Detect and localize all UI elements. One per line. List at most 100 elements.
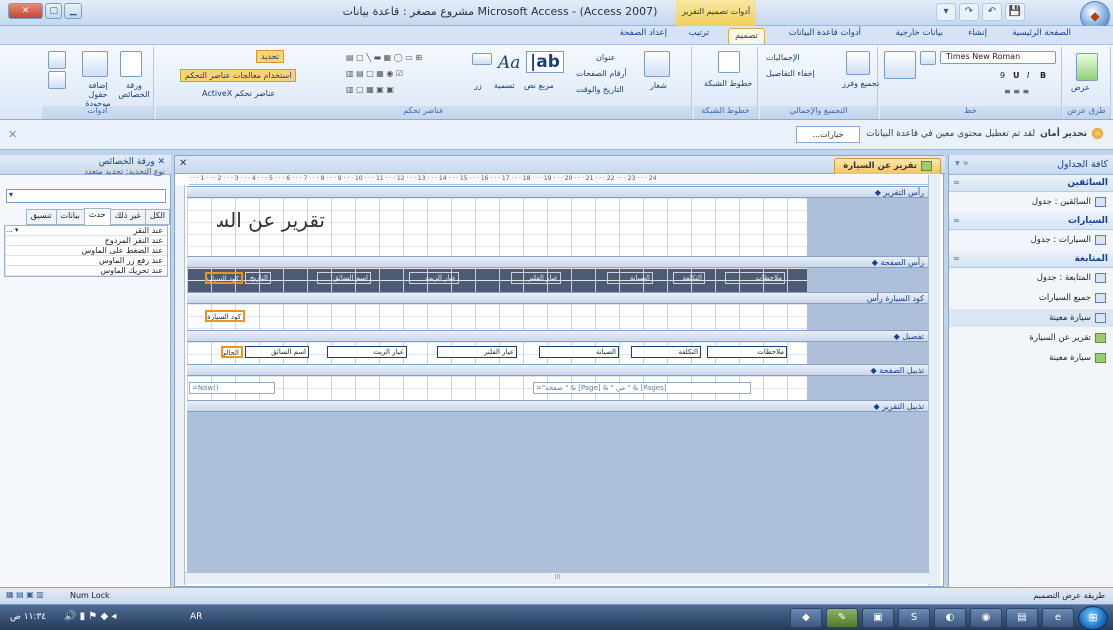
nav-item-cars-table[interactable]: السيارات : جدول: [949, 231, 1113, 249]
nav-item-specific-car-report[interactable]: سيارة معينة: [949, 349, 1113, 367]
tool-icon-a[interactable]: [48, 51, 66, 69]
section-detail[interactable]: الحالي اسم السائق عيار الزيت عيار الفلتر…: [187, 342, 807, 364]
vertical-scrollbar[interactable]: [928, 175, 940, 585]
band-report-header[interactable]: رأس التقرير ◆: [187, 186, 932, 198]
detail-textbox[interactable]: الصيانة: [539, 346, 619, 358]
taskbar-chrome-icon[interactable]: ◉: [970, 608, 1002, 628]
property-sheet-button[interactable]: ورقة الخصائص: [118, 81, 150, 99]
band-page-header[interactable]: رأس الصفحة ◆: [187, 256, 932, 268]
chevron-up-icon[interactable]: ≈: [953, 216, 960, 225]
section-report-header[interactable]: تقرير عن السيارة: [187, 198, 807, 256]
nav-item-drivers-table[interactable]: السائقين : جدول: [949, 193, 1113, 211]
taskbar-firefox-icon[interactable]: ◐: [934, 608, 966, 628]
tab-all[interactable]: الكل: [144, 209, 170, 225]
textbox-icon[interactable]: ab|: [526, 51, 564, 73]
header-label[interactable]: الصيانة: [607, 272, 653, 284]
property-sheet-icon[interactable]: [120, 51, 142, 77]
group-sort-icon[interactable]: [846, 51, 870, 75]
tab-arrange[interactable]: ترتيب: [689, 28, 709, 44]
property-value[interactable]: [5, 256, 61, 265]
footer-pages-textbox[interactable]: ="صفحة " & [Page] & " من " & [Pages]: [533, 382, 751, 394]
maximize-button[interactable]: ▢: [44, 3, 63, 19]
header-label[interactable]: عيار الفلتر: [511, 272, 561, 284]
view-button[interactable]: عرض: [1071, 83, 1090, 92]
nav-shutter-icon[interactable]: « ▾: [955, 158, 969, 169]
logo-button[interactable]: شعار: [650, 81, 667, 90]
taskbar-window-icon[interactable]: ▣: [862, 608, 894, 628]
taskbar-skype-icon[interactable]: S: [898, 608, 930, 628]
tab-create[interactable]: إنشاء: [968, 28, 987, 44]
detail-textbox[interactable]: التكلفة: [631, 346, 701, 358]
section-page-footer[interactable]: =Now() ="صفحة " & [Page] & " من " & [Pag…: [187, 376, 807, 400]
section-group-header[interactable]: كود السيارة: [187, 304, 807, 330]
band-group-header[interactable]: كود السيارة رأس: [187, 292, 932, 304]
title-button[interactable]: عنوان: [596, 53, 615, 62]
detail-textbox[interactable]: الحالي: [221, 346, 243, 358]
band-report-footer[interactable]: تذييل التقرير ◆: [187, 400, 932, 412]
nav-item-specific-car-query[interactable]: سيارة معينة: [949, 309, 1113, 327]
property-row[interactable]: عند النقر المزدوج: [5, 236, 167, 246]
property-value[interactable]: ... ▾: [5, 226, 61, 235]
underline-button[interactable]: U: [1013, 71, 1020, 80]
tab-external-data[interactable]: بيانات خارجية: [895, 28, 943, 44]
nav-category-cars[interactable]: ≈ السيارات: [949, 213, 1113, 230]
detail-textbox[interactable]: عيار الزيت: [327, 346, 407, 358]
bold-button[interactable]: B: [1040, 71, 1046, 80]
save-icon[interactable]: 💾: [1005, 3, 1025, 21]
tool-icon-b[interactable]: [48, 71, 66, 89]
view-switch-icons[interactable]: ▦ ▤ ▣ ▥: [6, 590, 44, 599]
logo-icon[interactable]: [644, 51, 670, 77]
hide-details-button[interactable]: إخفاء التفاصيل: [766, 69, 815, 78]
control-gallery-row3[interactable]: ▣ ▣ ▦ ▢ ▥: [346, 85, 394, 94]
tab-home[interactable]: الصفحة الرئيسية: [1012, 28, 1071, 44]
italic-button[interactable]: I: [1027, 71, 1029, 80]
band-page-footer[interactable]: تذييل الصفحة ◆: [187, 364, 932, 376]
select-button[interactable]: تحديد: [256, 50, 285, 63]
button-button[interactable]: زر: [474, 81, 482, 90]
chevron-up-icon[interactable]: ≈: [953, 178, 960, 187]
property-value[interactable]: [5, 266, 61, 275]
format-painter-icon[interactable]: [884, 51, 916, 79]
add-fields-button[interactable]: إضافة حقول موجودة: [78, 81, 118, 108]
tab-format[interactable]: تنسيق: [25, 209, 57, 225]
gridlines-icon[interactable]: [718, 51, 740, 73]
tab-page-setup[interactable]: إعداد الصفحة: [620, 28, 667, 44]
nav-category-drivers[interactable]: ≈ السائقين: [949, 175, 1113, 192]
document-close-icon[interactable]: ✕: [179, 158, 187, 169]
band-detail[interactable]: تفصيل ◆: [187, 330, 932, 342]
font-size-value[interactable]: 9: [1000, 71, 1005, 80]
tray-icons[interactable]: 🔊 ▮ ⚑ ◆ ◂: [64, 611, 116, 622]
nav-header[interactable]: كافة الجداول « ▾: [949, 155, 1113, 175]
detail-textbox[interactable]: اسم السائق: [245, 346, 309, 358]
undo-icon[interactable]: ↶: [982, 3, 1002, 21]
document-tab[interactable]: تقرير عن السيارة: [834, 158, 941, 174]
control-gallery-row2[interactable]: ☑ ◉ ▦ ▢ ▤ ▥: [346, 69, 403, 78]
property-value[interactable]: [5, 236, 61, 245]
redo-icon[interactable]: ↷: [959, 3, 979, 21]
tab-database-tools[interactable]: أدوات قاعدة البيانات: [789, 28, 861, 44]
nav-category-followup[interactable]: ≈ المتابعة: [949, 251, 1113, 268]
header-label[interactable]: التاريخ: [245, 272, 271, 284]
security-options-button[interactable]: خيارات...: [796, 126, 860, 143]
font-color-icon[interactable]: [920, 51, 936, 65]
header-label[interactable]: كود السيارة: [205, 272, 243, 284]
label-icon[interactable]: Aa: [498, 53, 520, 73]
footer-now-textbox[interactable]: =Now(): [189, 382, 275, 394]
start-button[interactable]: ⊞: [1078, 606, 1108, 630]
use-wizards-button[interactable]: استخدام معالجات عناصر التحكم: [180, 69, 297, 82]
date-time-button[interactable]: التاريخ والوقت: [576, 85, 624, 94]
gridlines-button[interactable]: خطوط الشبكة: [704, 79, 753, 88]
close-window-button[interactable]: ✕: [8, 3, 43, 19]
horizontal-scrollbar[interactable]: III: [185, 572, 930, 584]
align-buttons[interactable]: ≡ ≡ ≡: [1004, 87, 1029, 96]
header-label[interactable]: التكلفة: [673, 272, 705, 284]
tab-other[interactable]: غير ذلك: [109, 209, 146, 225]
add-fields-icon[interactable]: [82, 51, 108, 77]
view-icon[interactable]: [1076, 53, 1098, 81]
taskbar-app-icon[interactable]: ◆: [790, 608, 822, 628]
taskbar-paint-icon[interactable]: ✎: [826, 608, 858, 628]
minimize-button[interactable]: ▁: [64, 3, 82, 19]
label-button[interactable]: تسمية: [494, 81, 515, 90]
clock[interactable]: ١١:٣٤ ص: [10, 612, 46, 622]
report-title-label[interactable]: تقرير عن السيارة: [217, 208, 327, 234]
